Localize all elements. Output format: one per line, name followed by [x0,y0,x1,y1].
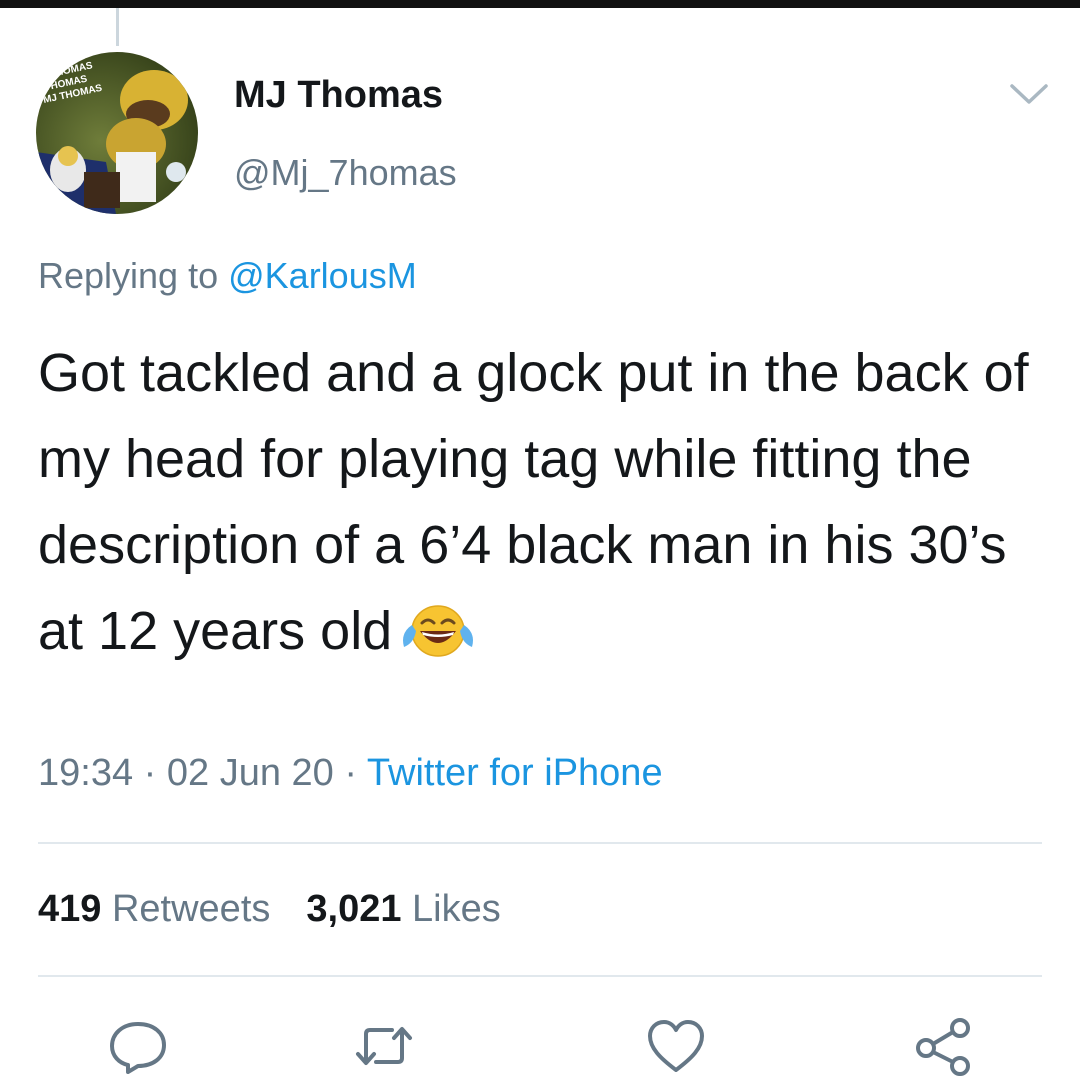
heart-icon [648,1020,704,1072]
divider [38,975,1042,977]
engagement-stats: 419 Retweets 3,021 Likes [38,888,501,931]
display-name[interactable]: MJ Thomas [234,74,443,117]
retweets-count: 419 [38,888,102,930]
thread-connector-line [116,8,119,46]
tweet-date: 02 Jun 20 [166,752,334,794]
replying-to: Replying to @KarlousM [38,255,417,297]
like-button[interactable] [644,1016,708,1076]
retweet-icon [356,1027,412,1065]
retweet-button[interactable] [352,1016,416,1076]
tweet-time: 19:34 [38,752,134,794]
chevron-down-icon[interactable] [1008,80,1050,110]
meta-separator: · [133,752,167,794]
tweet-metadata: 19:34 · 02 Jun 20 · Twitter for iPhone [38,752,663,795]
share-button[interactable] [912,1016,976,1076]
tweet-text: Got tackled and a glock put in the back … [38,330,1038,674]
replying-to-label: Replying to [38,255,229,296]
share-icon [916,1018,970,1076]
avatar-image: THOMAS THOMAS MJ THOMAS [36,52,198,214]
likes-label: Likes [412,888,501,930]
retweets-stat[interactable]: 419 Retweets [38,888,270,930]
avatar[interactable]: THOMAS THOMAS MJ THOMAS [36,52,198,214]
tweet-body: Got tackled and a glock put in the back … [38,343,1029,661]
likes-count: 3,021 [306,888,402,930]
laughing-crying-emoji-icon [398,603,478,659]
tweet-source-link[interactable]: Twitter for iPhone [367,752,663,794]
retweets-label: Retweets [111,888,271,930]
reply-mention-link[interactable]: @KarlousM [228,255,417,296]
user-handle[interactable]: @Mj_7homas [234,152,457,194]
reply-button[interactable] [106,1016,170,1076]
reply-icon [110,1022,166,1074]
top-edge-bar [0,0,1080,8]
likes-stat[interactable]: 3,021 Likes [306,888,500,930]
divider [38,842,1042,844]
meta-separator: · [333,752,367,794]
